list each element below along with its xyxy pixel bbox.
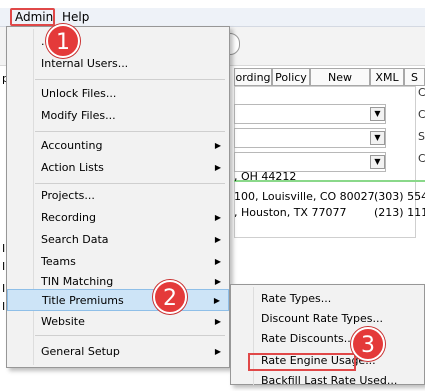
tab-policy[interactable]: Policy [272, 68, 310, 86]
menu-item-label: Search Data [41, 233, 109, 246]
tab-new-loans[interactable]: New Loans [310, 68, 370, 101]
submenu-arrow-icon: ▶ [214, 163, 221, 172]
menu-item-label: Rate Types... [261, 292, 332, 305]
submenu-arrow-icon: ▶ [214, 213, 221, 222]
menu-item-label: General Setup [41, 345, 120, 358]
menu-separator [35, 335, 225, 336]
menu-item-label: Action Lists [41, 161, 104, 174]
menu-separator [35, 79, 225, 80]
row-address: , Houston, TX 77077 [234, 206, 347, 219]
submenu-arrow-icon: ▶ [214, 257, 221, 266]
menu-item-label: Rate Discounts... [261, 332, 355, 345]
tab-xml[interactable]: XML [370, 68, 404, 86]
menu-item-label: Website [41, 315, 85, 328]
menu-item-files[interactable]: ...s... [7, 31, 229, 53]
right-label: C [418, 152, 425, 165]
menu-item-label: Recording [41, 211, 97, 224]
menu-item-title-premiums[interactable]: Title Premiums ▶ [7, 289, 229, 311]
menu-item-label: Teams [41, 255, 76, 268]
submenu-item-backfill-last-rate-used[interactable]: Backfill Last Rate Used... [231, 371, 424, 391]
dropdown-3[interactable]: ▼ [234, 152, 386, 172]
chevron-down-icon: ▼ [370, 155, 385, 169]
submenu-item-discount-rate-types[interactable]: Discount Rate Types... [231, 309, 424, 329]
menu-item-teams[interactable]: Teams ▶ [7, 251, 229, 273]
chevron-down-icon: ▼ [370, 107, 385, 121]
right-label: C [418, 86, 425, 99]
menu-item-label: Projects... [41, 189, 95, 202]
submenu-arrow-icon: ▶ [214, 317, 221, 326]
menu-item-label: Backfill Last Rate Used... [261, 374, 398, 387]
left-edge-text: I [2, 282, 6, 295]
submenu-arrow-icon: ▶ [213, 296, 220, 305]
submenu-arrow-icon: ▶ [214, 347, 221, 356]
table-row[interactable]: 100, Louisville, CO 80027 (303) 554- [234, 190, 425, 204]
admin-highlight-box [10, 8, 55, 26]
table-row[interactable]: , OH 44212 [234, 170, 296, 184]
menu-item-recording[interactable]: Recording ▶ [7, 207, 229, 229]
row-address: , OH 44212 [234, 170, 297, 183]
menu-item-projects[interactable]: Projects... [7, 185, 229, 207]
menu-item-general-setup[interactable]: General Setup ▶ [7, 341, 229, 363]
left-edge-text: I [2, 260, 6, 273]
row-phone: (303) 554- [374, 190, 425, 203]
tab-s[interactable]: S [404, 68, 425, 86]
step-badge-2: 2 [153, 280, 187, 314]
menu-help[interactable]: Help [62, 10, 89, 24]
menu-item-label: Modify Files... [41, 109, 116, 122]
rate-engine-highlight-box [248, 353, 356, 371]
left-edge-text: I [2, 300, 6, 313]
menu-item-label: Accounting [41, 139, 103, 152]
chevron-down-icon: ▼ [370, 131, 385, 145]
menu-item-unlock-files[interactable]: Unlock Files... [7, 83, 229, 105]
menu-item-internal-users[interactable]: Internal Users... [7, 53, 229, 75]
row-phone: (213) 111- [374, 206, 425, 219]
submenu-arrow-icon: ▶ [214, 141, 221, 150]
menu-item-label: Internal Users... [41, 57, 129, 70]
menu-item-website[interactable]: Website ▶ [7, 311, 229, 333]
menu-item-accounting[interactable]: Accounting ▶ [7, 135, 229, 157]
menu-item-label: Discount Rate Types... [261, 312, 383, 325]
menu-item-label: Unlock Files... [41, 87, 117, 100]
menu-separator [35, 183, 225, 184]
right-label: S [418, 130, 425, 143]
table-row[interactable]: , Houston, TX 77077 (213) 111- [234, 206, 425, 220]
tab-recording[interactable]: ording [234, 68, 272, 86]
heading-cutoff [0, 0, 425, 8]
admin-menu: ...s... Internal Users... Unlock Files..… [6, 26, 230, 368]
dropdown-2[interactable]: ▼ [234, 128, 386, 148]
step-badge-3: 3 [351, 327, 385, 361]
submenu-item-rate-discounts[interactable]: Rate Discounts... [231, 329, 424, 349]
menu-item-modify-files[interactable]: Modify Files... [7, 105, 229, 127]
menu-item-label: Title Premiums [42, 294, 124, 307]
right-label: C [418, 108, 425, 121]
row-address: 100, Louisville, CO 80027 [234, 190, 375, 203]
step-badge-1: 1 [46, 24, 80, 58]
dropdown-1[interactable]: ▼ [234, 104, 386, 124]
submenu-item-rate-types[interactable]: Rate Types... [231, 289, 424, 309]
menu-separator [35, 131, 225, 132]
submenu-arrow-icon: ▶ [214, 235, 221, 244]
left-edge-text: I [2, 242, 6, 255]
menu-item-action-lists[interactable]: Action Lists ▶ [7, 157, 229, 179]
menu-item-search-data[interactable]: Search Data ▶ [7, 229, 229, 251]
